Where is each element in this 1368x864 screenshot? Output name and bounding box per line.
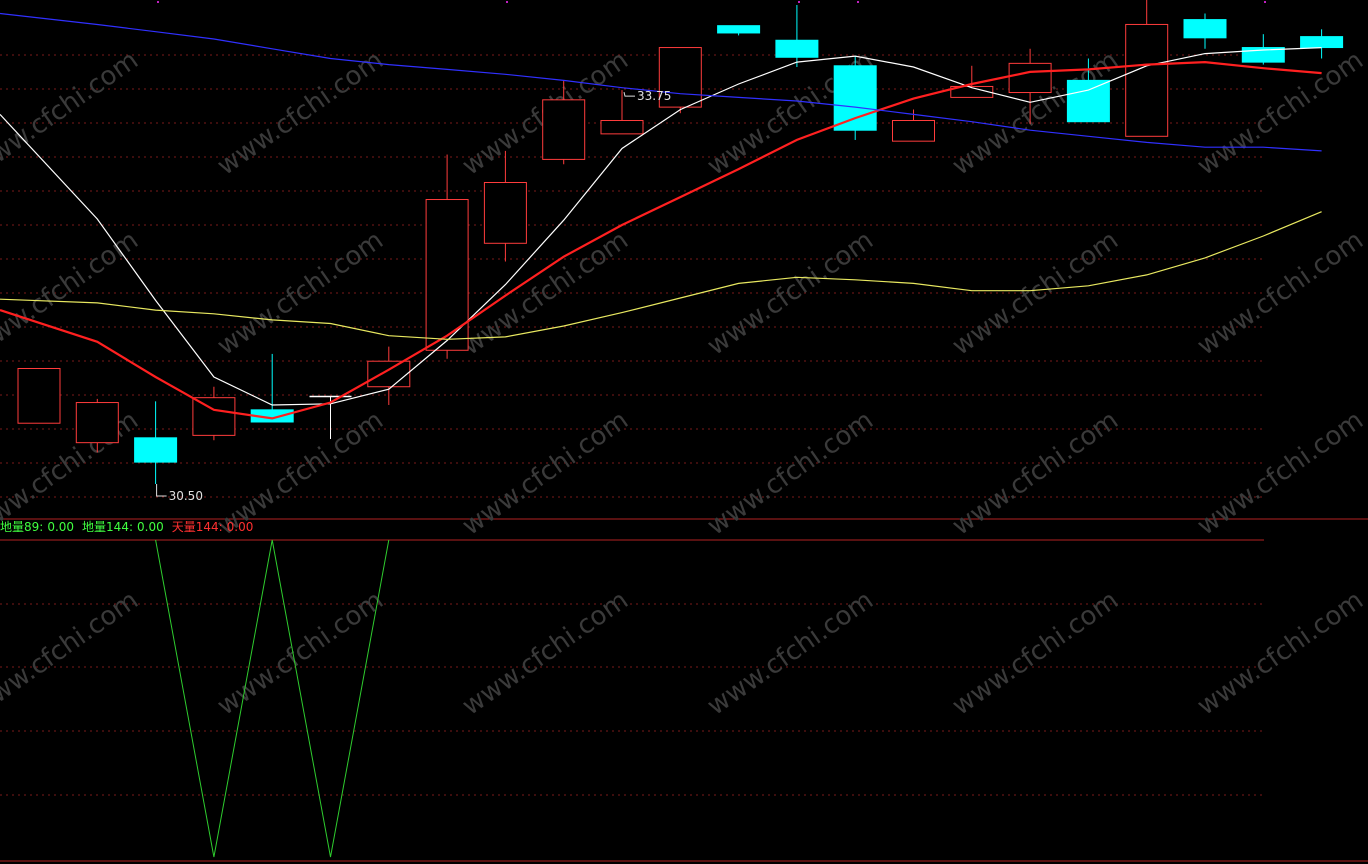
indicator-panel (155, 539, 390, 858)
watermark-text: www.cfchi.com (212, 225, 389, 361)
top-tick-marker (798, 1, 800, 3)
high-label-pointer (623, 91, 635, 97)
watermark-text: www.cfchi.com (1192, 405, 1368, 541)
candle-body-down (1066, 79, 1110, 123)
candle (367, 346, 411, 405)
watermark-text: www.cfchi.com (0, 585, 144, 721)
candle-body-up (1125, 23, 1169, 137)
watermark-text: www.cfchi.com (947, 585, 1124, 721)
candle (833, 56, 877, 140)
candle-body-up (600, 119, 644, 135)
candle-body-up (542, 99, 586, 160)
indicator-legend-label: 地量144: (82, 520, 133, 534)
candle (1125, 0, 1169, 137)
watermark-text: www.cfchi.com (1192, 585, 1368, 721)
candle (1183, 13, 1227, 49)
top-tick-marker (1264, 1, 1266, 3)
candlestick-series (17, 0, 1344, 484)
candle-body-up (192, 397, 236, 436)
watermark-text: www.cfchi.com (1192, 45, 1368, 181)
indicator-legend-value: 0.00 (47, 520, 74, 534)
top-tick-marker (857, 1, 859, 3)
indicator-legend-label: 天量144: (172, 520, 223, 534)
candle-body-up (367, 360, 411, 388)
indicator-line (155, 539, 390, 858)
low-label-pointer (156, 484, 167, 497)
indicator-legend: 地量89: 0.00 地量144: 0.00 天量144: 0.00 (0, 520, 253, 534)
chart-canvas: www.cfchi.com www.cfchi.com www.cfchi.com w… (0, 0, 1368, 862)
indicator-legend-value: 0.00 (227, 520, 254, 534)
candle-body-up (892, 119, 935, 142)
top-tick-marker (506, 1, 508, 3)
top-tick-marker (157, 1, 159, 3)
candle-body-down (1300, 36, 1344, 49)
candle (17, 368, 61, 424)
candle-body-down (775, 39, 819, 58)
candle (775, 5, 819, 68)
indicator-legend-label: 地量89: (0, 520, 43, 534)
candle (250, 353, 294, 423)
candle-body-down (717, 25, 761, 34)
candle-body-up (75, 402, 119, 444)
candle-body-up (17, 368, 61, 424)
candle-body-down (134, 437, 178, 463)
ma-line (0, 60, 1322, 420)
low-price-label: 30.50 (169, 489, 203, 503)
watermark-text: www.cfchi.com (0, 225, 144, 361)
watermark-text: www.cfchi.com (702, 585, 879, 721)
candle (1300, 29, 1344, 59)
watermark-text: www.cfchi.com (702, 405, 879, 541)
watermark-text: www.cfchi.com (0, 45, 144, 181)
watermark-text: www.cfchi.com (212, 45, 389, 181)
watermark-text: www.cfchi.com (457, 585, 634, 721)
candle-body-up (483, 181, 527, 244)
watermark-text: www.cfchi.com (212, 585, 389, 721)
candle-body-down (833, 65, 877, 131)
candle-body-up (425, 199, 469, 351)
ma-line (0, 211, 1322, 340)
candle (425, 154, 469, 359)
candle-body-up (1008, 62, 1052, 94)
watermark-layer: www.cfchi.com www.cfchi.com www.cfchi.com w… (0, 45, 1368, 721)
watermark-text: www.cfchi.com (457, 405, 634, 541)
high-price-label: 33.75 (637, 89, 671, 103)
candle (134, 401, 178, 484)
watermark-text: www.cfchi.com (947, 405, 1124, 541)
indicator-legend-value: 0.00 (137, 520, 164, 534)
candle-body-down (1183, 19, 1227, 39)
candle (717, 25, 761, 36)
